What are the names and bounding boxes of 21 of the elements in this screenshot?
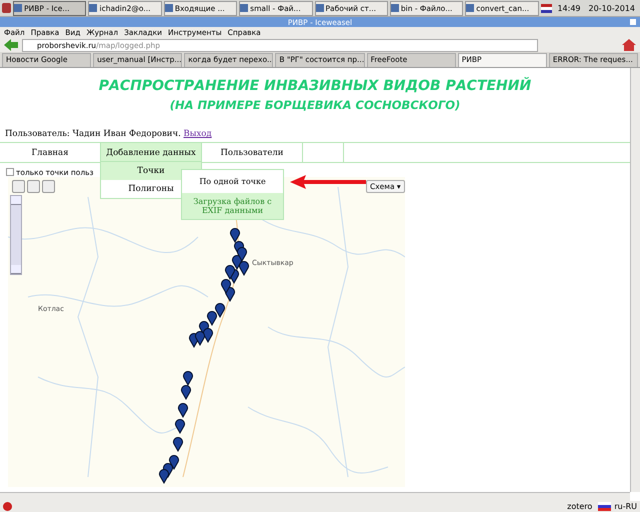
- addon-label[interactable]: zotero: [567, 502, 592, 511]
- flag-icon: [540, 4, 552, 12]
- nav-item[interactable]: Добавление данных: [101, 143, 202, 162]
- submenu-item[interactable]: Загрузка файлов с EXIF данными: [182, 193, 283, 219]
- clock-date: 20-10-2014: [588, 4, 635, 12]
- page-title: РАСПРОСТРАНЕНИЕ ИНВАЗИВНЫХ ВИДОВ РАСТЕНИЙ: [98, 78, 532, 94]
- page-subtitle: (НА ПРИМЕРЕ БОРЩЕВИКА СОСНОВСКОГО): [168, 98, 462, 112]
- app-icon[interactable]: [2, 3, 12, 13]
- locale-label[interactable]: ru-RU: [614, 502, 637, 511]
- logout-link[interactable]: Выход: [184, 129, 212, 139]
- checkbox[interactable]: [6, 168, 14, 176]
- flag-icon: [598, 502, 612, 511]
- nav-item[interactable]: Пользователи: [202, 143, 303, 162]
- pointer-arrow-icon: [288, 174, 368, 190]
- user-name: Пользователь: Чадин Иван Федорович.: [5, 129, 181, 139]
- stop-sign-icon[interactable]: [3, 502, 12, 511]
- back-arrow-icon[interactable]: [4, 39, 18, 51]
- horizontal-scrollbar[interactable]: [0, 492, 630, 501]
- clock-time: 14:49: [557, 4, 580, 12]
- vertical-scrollbar[interactable]: [630, 68, 640, 492]
- home-icon[interactable]: [622, 39, 636, 51]
